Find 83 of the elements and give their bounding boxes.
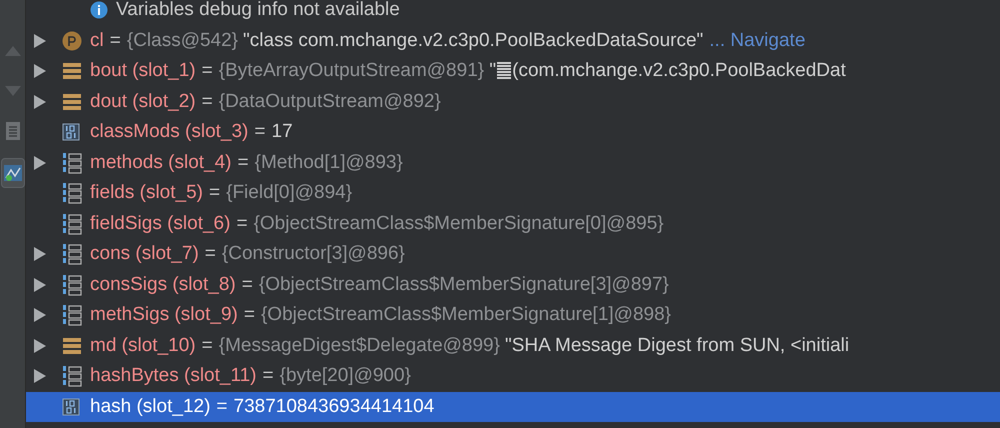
variable-type: {byte[20]@900} xyxy=(280,364,411,388)
expand-arrow-icon[interactable] xyxy=(34,308,46,322)
variable-row[interactable]: methods (slot_4) = {Method[1]@893} xyxy=(26,148,1000,178)
equals-sign: = xyxy=(244,303,255,327)
numbered-list-icon xyxy=(62,212,82,235)
variable-name: md (slot_10) xyxy=(90,334,196,358)
equals-sign: = xyxy=(238,150,249,174)
variable-name: methSigs (slot_9) xyxy=(90,303,238,327)
variable-value: 17 xyxy=(272,120,293,144)
equals-sign: = xyxy=(209,181,220,205)
equals-sign: = xyxy=(202,90,213,114)
variable-name: cl xyxy=(90,28,104,52)
expand-arrow-icon[interactable] xyxy=(34,64,46,78)
equals-sign: = xyxy=(254,120,266,144)
numbered-list-icon xyxy=(62,365,82,388)
variable-value: 7387108436934414104 xyxy=(234,394,434,418)
expand-arrow-icon[interactable] xyxy=(34,34,46,48)
info-icon xyxy=(90,0,108,19)
variable-row[interactable]: fieldSigs (slot_6) = {ObjectStreamClass$MemberSignature[0]@895} xyxy=(26,208,1000,239)
navigate-link[interactable]: ... Navigate xyxy=(709,26,806,55)
variable-type: {Class@542} xyxy=(126,28,238,52)
variable-name: hashBytes (slot_11) xyxy=(90,364,257,388)
variable-name: dout (slot_2) xyxy=(90,90,196,114)
stacked-bars-icon xyxy=(62,336,82,355)
variable-name: hash (slot_12) xyxy=(90,394,210,418)
variable-value: "SHA Message Digest from SUN, <initiali xyxy=(504,334,850,358)
expand-arrow-icon[interactable] xyxy=(34,278,46,292)
expand-arrow-icon[interactable] xyxy=(34,156,46,170)
stacked-bars-icon xyxy=(62,62,82,80)
variable-row[interactable]: hashBytes (slot_11) = {byte[20]@900} xyxy=(26,361,1000,392)
variable-row[interactable]: cons (slot_7) = {Constructor[3]@896} xyxy=(26,239,1000,270)
p-circle-icon xyxy=(62,30,82,51)
expand-arrow-icon[interactable] xyxy=(34,247,46,262)
variable-type: {ByteArrayOutputStream@891} xyxy=(218,59,484,83)
expand-arrow-icon[interactable] xyxy=(34,369,46,384)
equals-sign: = xyxy=(202,334,213,358)
variable-name: bout (slot_1) xyxy=(90,59,196,83)
variable-name: fieldSigs (slot_6) xyxy=(90,212,230,236)
notice-text: Variables debug info not available xyxy=(116,0,400,22)
variable-type: {Method[1]@893} xyxy=(254,150,403,174)
variable-value: "class com.mchange.v2.c3p0.PoolBackedDataSource" xyxy=(243,28,704,52)
variable-type: {ObjectStreamClass$MemberSignature[3]@897} xyxy=(258,272,669,296)
unknown-glyph-icon xyxy=(497,62,512,80)
equals-sign: = xyxy=(204,242,216,266)
numbered-list-icon xyxy=(62,304,82,326)
variable-type: {MessageDigest$Delegate@899} xyxy=(218,334,500,358)
variable-row[interactable]: hash (slot_12) = 7387108436934414104 xyxy=(26,392,1000,422)
equals-sign: = xyxy=(242,272,253,296)
variable-name: fields (slot_5) xyxy=(90,181,203,205)
numbered-list-icon xyxy=(62,274,82,296)
binary-icon xyxy=(62,123,80,142)
variable-type: {ObjectStreamClass$MemberSignature[1]@898} xyxy=(260,303,672,327)
image-icon[interactable] xyxy=(2,164,22,182)
variable-row[interactable]: dout (slot_2) = {DataOutputStream@892} xyxy=(26,86,1000,117)
variable-row[interactable]: consSigs (slot_8) = {ObjectStreamClass$MemberSignature[3]@897} xyxy=(26,270,1000,300)
variable-row[interactable]: methSigs (slot_9) = {ObjectStreamClass$MemberSignature[1]@898} xyxy=(26,300,1000,330)
expand-arrow-icon[interactable] xyxy=(34,94,46,109)
binary-icon xyxy=(62,398,80,416)
variable-value: (com.mchange.v2.c3p0.PoolBackedDat xyxy=(512,59,846,83)
stacked-bars-icon xyxy=(62,92,82,111)
variable-type: {Field[0]@894} xyxy=(226,181,352,205)
equals-sign: = xyxy=(110,28,121,52)
numbered-list-icon xyxy=(62,152,82,174)
variable-row[interactable]: md (slot_10) = {MessageDigest$Delegate@899} "SHA Message Digest from SUN, <initiali xyxy=(26,330,1000,361)
variable-type: {DataOutputStream@892} xyxy=(218,90,441,114)
variable-row[interactable]: classMods (slot_3) = 17 xyxy=(26,117,1000,148)
equals-sign: = xyxy=(202,59,213,83)
variable-name: consSigs (slot_8) xyxy=(90,272,236,296)
equals-sign: = xyxy=(236,212,248,236)
variable-name: cons (slot_7) xyxy=(90,242,199,266)
variable-name: classMods (slot_3) xyxy=(90,120,248,144)
variable-row[interactable]: fields (slot_5) = {Field[0]@894} xyxy=(26,178,1000,208)
variable-name: methods (slot_4) xyxy=(90,150,232,174)
variable-row[interactable]: bout (slot_1) = {ByteArrayOutputStream@891} " (com.mchange.v2.c3p0.PoolBackedDat xyxy=(26,56,1000,86)
numbered-list-icon xyxy=(62,182,82,204)
variable-row[interactable]: cl = {Class@542} "class com.mchange.v2.c3p0.PoolBackedDataSource" ... Navigate xyxy=(26,26,1000,56)
equals-sign: = xyxy=(262,364,274,388)
variable-type: {ObjectStreamClass$MemberSignature[0]@895} xyxy=(254,212,664,236)
equals-sign: = xyxy=(216,394,228,418)
numbered-list-icon xyxy=(62,243,82,266)
variable-type: {Constructor[3]@896} xyxy=(222,242,405,266)
quote-mark: " xyxy=(489,59,496,83)
expand-arrow-icon[interactable] xyxy=(34,338,46,353)
